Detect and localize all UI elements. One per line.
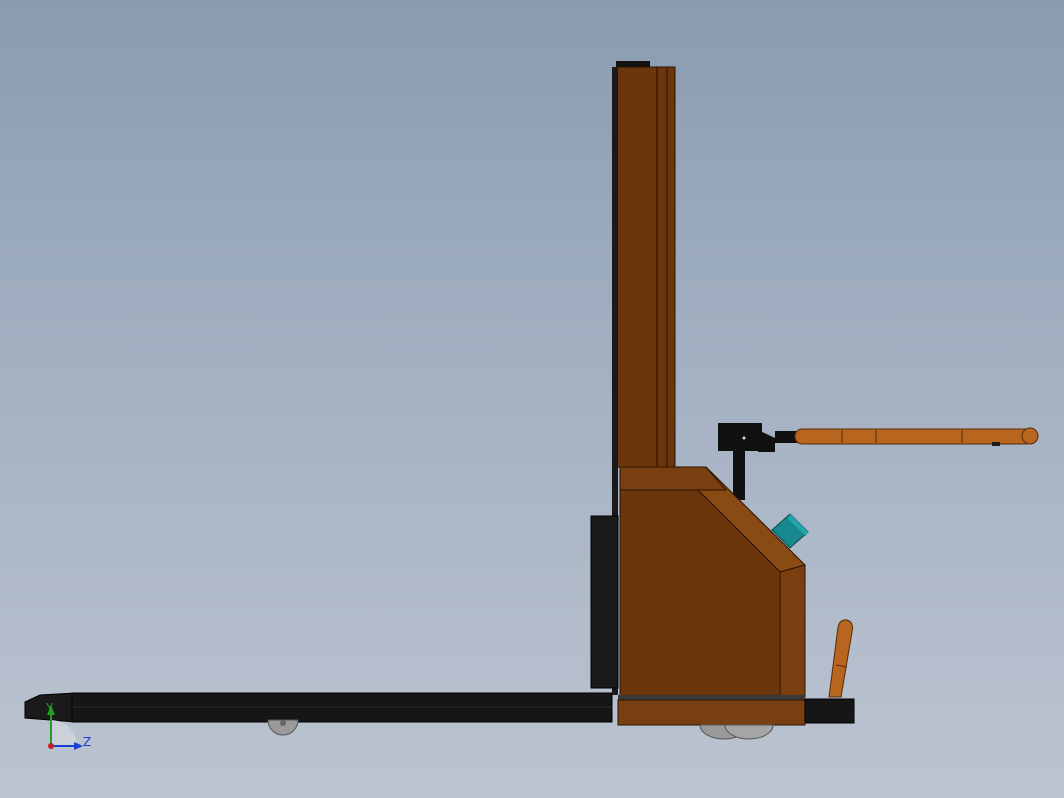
z-axis-arrow (74, 742, 83, 750)
rear-platform (804, 698, 855, 724)
load-wheel (267, 719, 299, 736)
y-axis-label: Y (45, 701, 54, 715)
rear-post (828, 619, 853, 698)
drive-wheels (699, 724, 774, 740)
body-housing (617, 466, 806, 726)
fork-arm (24, 692, 613, 723)
cad-viewport[interactable]: Y Z (0, 0, 1064, 798)
tiller-arm[interactable] (718, 423, 1039, 500)
z-axis-label: Z (83, 735, 91, 749)
triad-origin (48, 743, 54, 749)
stacker-model[interactable] (24, 61, 1039, 740)
battery-panel (590, 515, 619, 689)
